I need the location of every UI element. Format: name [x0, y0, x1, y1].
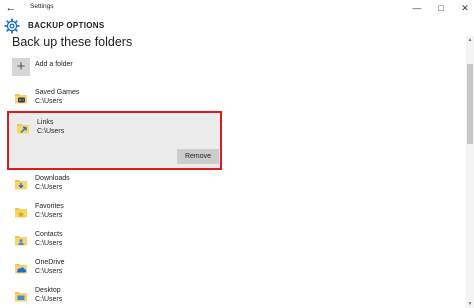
minimize-button[interactable]: — — [407, 1, 427, 15]
folder-name: Favorites — [35, 203, 64, 210]
downloads-folder-icon — [15, 180, 27, 190]
folder-item-downloads[interactable]: Downloads C:\Users — [14, 175, 314, 199]
saved-games-folder-icon — [15, 94, 27, 104]
window-title: Settings — [30, 3, 54, 10]
page-header: BACKUP OPTIONS — [0, 16, 474, 36]
folder-item-desktop[interactable]: Desktop C:\Users — [14, 287, 314, 308]
folder-path: C:\Users — [35, 98, 63, 105]
scroll-down-icon[interactable]: ▼ — [466, 300, 474, 308]
folder-name: Desktop — [35, 287, 61, 294]
selected-folder-panel[interactable]: Links C:\Users Remove — [7, 111, 222, 170]
contacts-folder-icon — [15, 236, 27, 246]
links-folder-icon — [17, 124, 29, 134]
folder-item-contacts[interactable]: Contacts C:\Users — [14, 231, 314, 255]
folder-path: C:\Users — [35, 184, 63, 191]
folder-name: Links — [37, 119, 54, 126]
add-folder-label[interactable]: Add a folder — [35, 61, 73, 68]
folder-name: Contacts — [35, 231, 63, 238]
desktop-folder-icon — [15, 292, 27, 302]
close-button[interactable]: ✕ — [455, 1, 474, 15]
folder-name: Downloads — [35, 175, 70, 182]
header-title: BACKUP OPTIONS — [28, 21, 105, 30]
folder-item-links[interactable]: Links C:\Users — [16, 119, 316, 143]
scrollbar-thumb[interactable] — [467, 64, 473, 144]
title-bar: ← Settings — □ ✕ — [0, 0, 474, 16]
back-arrow-icon[interactable]: ← — [4, 1, 18, 15]
folder-item-onedrive[interactable]: OneDrive C:\Users — [14, 259, 314, 283]
folder-path: C:\Users — [37, 128, 65, 135]
folder-name: Saved Games — [35, 89, 80, 96]
onedrive-folder-icon — [15, 264, 27, 274]
folder-path: C:\Users — [35, 268, 63, 275]
folder-path: C:\Users — [35, 240, 63, 247]
maximize-button[interactable]: □ — [431, 1, 451, 15]
scroll-up-icon[interactable]: ▲ — [466, 36, 474, 44]
add-folder-button[interactable]: + — [12, 58, 30, 76]
favorites-folder-icon — [15, 208, 27, 218]
remove-button[interactable]: Remove — [177, 149, 219, 164]
page-title: Back up these folders — [12, 35, 133, 49]
folder-path: C:\Users — [35, 212, 63, 219]
gear-icon — [4, 18, 20, 34]
folder-path: C:\Users — [35, 296, 63, 303]
folder-item-saved-games[interactable]: Saved Games C:\Users — [14, 89, 314, 113]
folder-item-favorites[interactable]: Favorites C:\Users — [14, 203, 314, 227]
folder-name: OneDrive — [35, 259, 65, 266]
